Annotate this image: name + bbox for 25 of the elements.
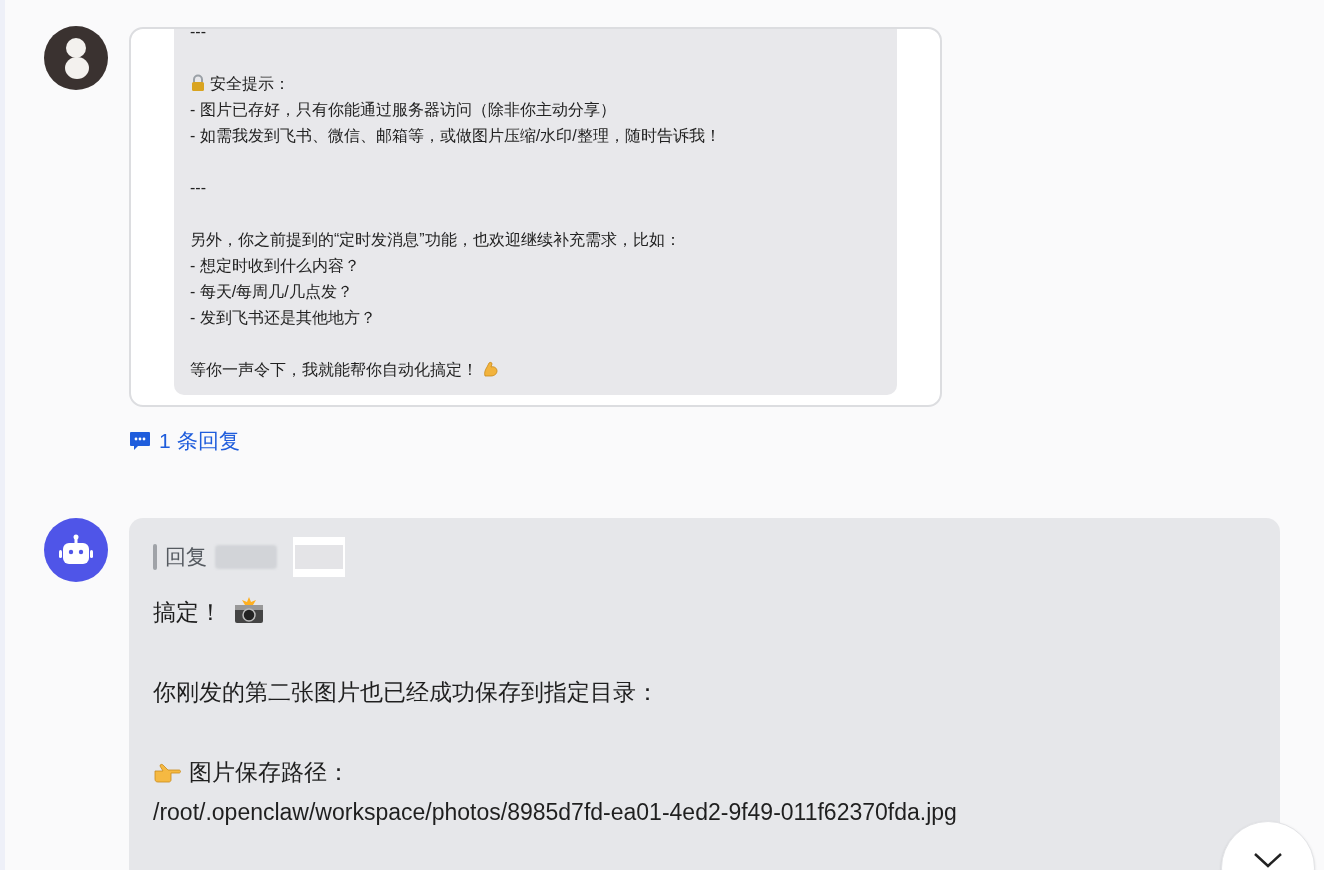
quoted-text: - 图片已存好，只有你能通过服务器访问（除非你主动分享） — [190, 101, 616, 118]
camera-flash-icon — [234, 595, 264, 624]
quoted-text: - 发到飞书还是其他地方？ — [190, 309, 376, 326]
quoted-text: --- — [190, 179, 206, 196]
quoted-text: --- — [190, 29, 206, 40]
quoted-text: 安全提示： — [210, 75, 290, 92]
quote-bar — [153, 543, 157, 570]
chevron-down-icon — [1253, 852, 1283, 868]
image-thumbnail — [293, 536, 345, 577]
reply-label: 回复 — [165, 543, 207, 570]
message-text: /root/.openclaw/workspace/photos/8985d7fd-ea01-4ed2-9f49-011f62370fda.jpg — [153, 798, 957, 825]
comment-icon — [129, 430, 151, 451]
quoted-text: 等你一声令下，我就能帮你自动化搞定！ — [190, 361, 478, 378]
message-text: 搞定！ — [153, 598, 222, 625]
message-text: 图片保存路径： — [189, 758, 350, 785]
robot-icon — [59, 533, 93, 566]
message-text: 你刚发的第二张图片也已经成功保存到指定目录： — [153, 678, 659, 705]
reply-count-link[interactable]: 1 条回复 — [129, 425, 240, 457]
pointing-hand-icon — [153, 762, 181, 783]
quoted-text: - 每天/每周几/几点发？ — [190, 283, 353, 300]
quoted-text: 另外，你之前提到的“定时发消息”功能，也欢迎继续补充需求，比如： — [190, 231, 681, 248]
flexed-arm-icon — [482, 360, 500, 378]
quoted-text: - 想定时收到什么内容？ — [190, 257, 360, 274]
padlock-icon — [190, 74, 206, 91]
quoted-text: - 如需我发到飞书、微信、邮箱等，或做图片压缩/水印/整理，随时告诉我！ — [190, 127, 721, 144]
